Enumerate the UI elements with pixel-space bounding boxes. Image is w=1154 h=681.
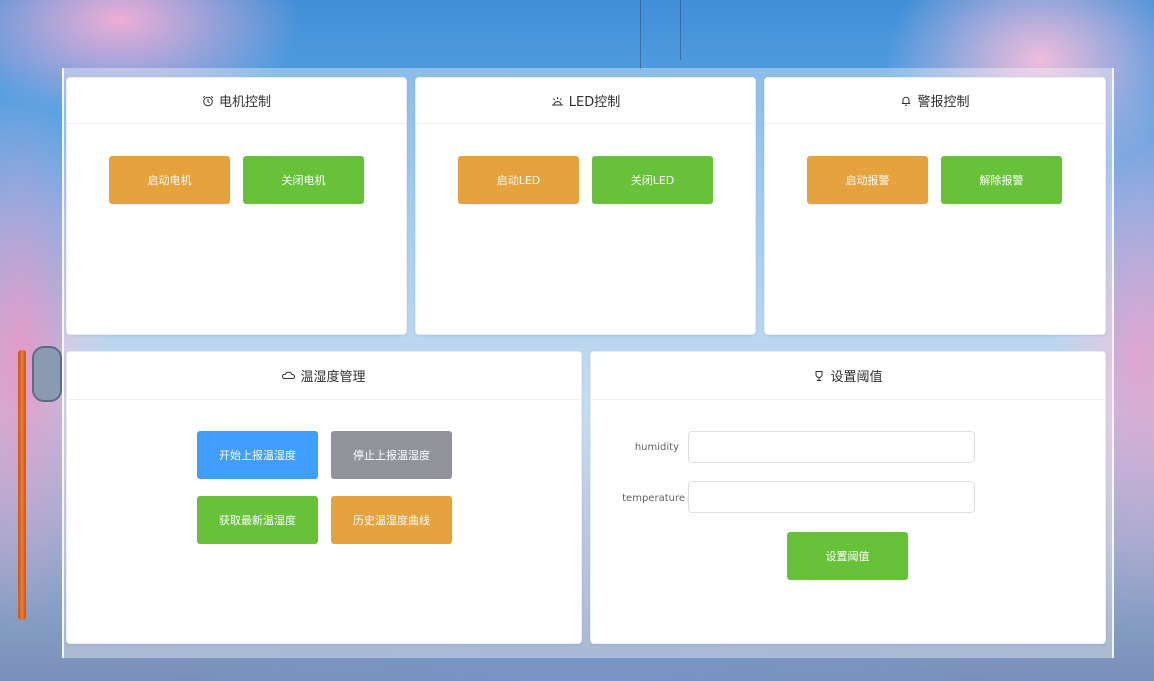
start-report-button[interactable]: 开始上报温湿度: [197, 431, 318, 479]
power-line: [640, 0, 641, 70]
alarm-card-header: 警报控制: [765, 78, 1105, 124]
power-line: [680, 0, 681, 60]
threshold-card-title: 设置阈值: [830, 370, 883, 385]
start-alarm-button[interactable]: 启动报警: [807, 156, 928, 204]
stop-report-button[interactable]: 停止上报温湿度: [331, 431, 452, 479]
stop-motor-button[interactable]: 关闭电机: [243, 156, 364, 204]
alarm-clock-icon: [202, 95, 214, 107]
threshold-card: 设置阈值 humidity temperature 设置阈值: [590, 351, 1106, 644]
motor-card-header: 电机控制: [67, 78, 406, 124]
cloud-icon: [282, 370, 296, 382]
street-pole: [18, 350, 26, 620]
start-led-button[interactable]: 启动LED: [458, 156, 579, 204]
temp-humidity-card-title: 温湿度管理: [300, 370, 366, 385]
temperature-input[interactable]: [688, 481, 975, 513]
alarm-control-card: 警报控制 启动报警 解除报警: [764, 77, 1106, 335]
stop-led-button[interactable]: 关闭LED: [592, 156, 713, 204]
temp-humidity-card-header: 温湿度管理: [67, 352, 581, 400]
led-control-card: LED控制 启动LED 关闭LED: [415, 77, 756, 335]
alarm-card-title: 警报控制: [917, 95, 970, 110]
motor-card-title: 电机控制: [218, 95, 271, 110]
led-card-header: LED控制: [416, 78, 755, 124]
start-motor-button[interactable]: 启动电机: [109, 156, 230, 204]
history-curve-button[interactable]: 历史温湿度曲线: [331, 496, 452, 544]
led-card-title: LED控制: [568, 95, 621, 110]
threshold-card-header: 设置阈值: [591, 352, 1105, 400]
trophy-icon: [813, 370, 825, 382]
temp-humidity-card: 温湿度管理 开始上报温湿度 停止上报温湿度 获取最新温湿度 历史温湿度曲线: [66, 351, 582, 644]
humidity-input[interactable]: [688, 431, 975, 463]
humidity-label: humidity: [634, 442, 679, 453]
get-latest-button[interactable]: 获取最新温湿度: [197, 496, 318, 544]
street-mirror: [32, 346, 62, 402]
dismiss-alarm-button[interactable]: 解除报警: [941, 156, 1062, 204]
motor-control-card: 电机控制 启动电机 关闭电机: [66, 77, 407, 335]
temperature-label: temperature: [622, 493, 685, 504]
lamp-icon: [551, 95, 564, 107]
bell-icon: [900, 95, 912, 107]
set-threshold-button[interactable]: 设置阈值: [787, 532, 908, 580]
